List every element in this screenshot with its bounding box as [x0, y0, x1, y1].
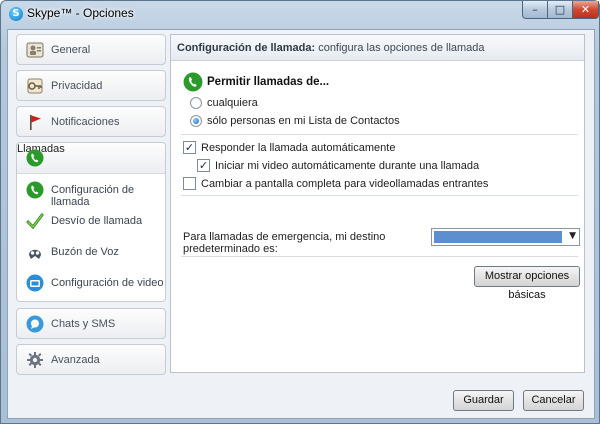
gear-icon [27, 352, 43, 368]
chevron-down-icon: ▼ [569, 231, 576, 241]
maximize-button[interactable]: □ [548, 1, 573, 19]
sidebar-item-privacidad[interactable]: Privacidad [16, 70, 166, 101]
save-button[interactable]: Guardar [453, 390, 514, 411]
voicemail-icon [29, 249, 41, 259]
general-icon [26, 42, 44, 58]
sidebar-item-notificaciones[interactable]: Notificaciones [16, 106, 166, 137]
phone-icon [183, 72, 203, 92]
sidebar-item-llamadas[interactable]: Llamadas [17, 143, 165, 174]
sidebar-subitem-configuracion-video[interactable]: Configuración de video [17, 268, 165, 298]
minimize-button[interactable]: – [522, 1, 548, 19]
panel-title: Configuración de llamada: configura las … [177, 42, 485, 54]
sidebar-subitem-configuracion-llamada[interactable]: Configuración de llamada [17, 175, 165, 208]
fullscreen-row[interactable]: Cambiar a pantalla completa para videoll… [183, 177, 488, 190]
auto-answer-label: Responder la llamada automáticamente [201, 141, 396, 154]
auto-video-label: Iniciar mi video automáticamente durante… [215, 159, 480, 172]
sidebar-subitem-desvio-llamada[interactable]: Desvío de llamada [17, 206, 165, 236]
divider [181, 195, 578, 196]
auto-answer-checkbox[interactable]: ✓ [183, 141, 196, 154]
sidebar-subitem-label: Configuración de video [51, 277, 164, 289]
sidebar-item-general[interactable]: General [16, 34, 166, 65]
sidebar-subitem-label: Configuración de llamada [51, 184, 135, 208]
emergency-destination-selected-value [434, 231, 562, 243]
close-button[interactable]: ✕ [573, 1, 599, 19]
options-window: S Skype™ - Opciones – □ ✕ General Privac… [0, 0, 600, 424]
client-area: General Privacidad Notificaciones Llamad… [7, 29, 595, 419]
radio-contacts[interactable] [190, 115, 202, 127]
divider [181, 256, 578, 257]
radio-contacts-label: sólo personas en mi Lista de Contactos [207, 115, 400, 127]
sidebar-item-label: General [51, 44, 91, 56]
panel-title-bold: Configuración de llamada: [177, 42, 316, 54]
panel-header: Configuración de llamada: configura las … [171, 35, 584, 61]
cancel-button[interactable]: Cancelar [523, 390, 584, 411]
sidebar-item-label: Privacidad [51, 80, 103, 92]
skype-logo-icon: S [9, 7, 23, 21]
sidebar-subitem-label: Buzón de Voz [51, 246, 119, 258]
divider [181, 134, 578, 135]
video-icon [26, 274, 44, 292]
sidebar-subitem-buzon-voz[interactable]: Buzón de Voz [17, 237, 165, 267]
auto-video-checkbox[interactable]: ✓ [197, 159, 210, 172]
fullscreen-label: Cambiar a pantalla completa para videoll… [201, 177, 489, 190]
emergency-destination-select[interactable]: ▼ [431, 228, 580, 246]
radio-contacts-row[interactable]: sólo personas en mi Lista de Contactos [190, 115, 400, 127]
title-bar[interactable]: S Skype™ - Opciones – □ ✕ [1, 1, 600, 27]
sidebar-item-label: Chats y SMS [51, 318, 116, 330]
phone-icon [26, 181, 44, 199]
chat-icon [26, 315, 44, 333]
auto-video-row[interactable]: ✓ Iniciar mi video automáticamente duran… [197, 159, 479, 172]
auto-answer-row[interactable]: ✓ Responder la llamada automáticamente [183, 141, 395, 154]
settings-panel: Configuración de llamada: configura las … [170, 34, 585, 373]
sidebar-item-avanzada[interactable]: Avanzada [16, 344, 166, 375]
flag-icon [30, 115, 41, 130]
phone-icon [26, 149, 44, 167]
window-title: Skype™ - Opciones [27, 6, 134, 20]
emergency-destination-label: Para llamadas de emergencia, mi destino … [183, 231, 386, 255]
panel-title-subtitle: configura las opciones de llamada [315, 42, 485, 54]
radio-anyone[interactable] [190, 97, 202, 109]
forward-check-icon [26, 213, 44, 230]
show-basic-options-button[interactable]: Mostrar opciones básicas [474, 266, 580, 301]
sidebar-group-llamadas: Llamadas Configuración de llamada Desvío… [16, 142, 166, 302]
radio-anyone-label: cualquiera [207, 97, 258, 109]
sidebar-subitem-label: Desvío de llamada [51, 215, 143, 227]
fullscreen-checkbox[interactable] [183, 177, 196, 190]
allow-calls-heading: Permitir llamadas de... [207, 76, 330, 88]
sidebar-item-chats-sms[interactable]: Chats y SMS [16, 308, 166, 339]
radio-anyone-row[interactable]: cualquiera [190, 97, 258, 109]
privacy-icon [27, 78, 43, 94]
sidebar-item-label: Avanzada [51, 354, 100, 366]
sidebar-item-label: Notificaciones [51, 116, 120, 128]
